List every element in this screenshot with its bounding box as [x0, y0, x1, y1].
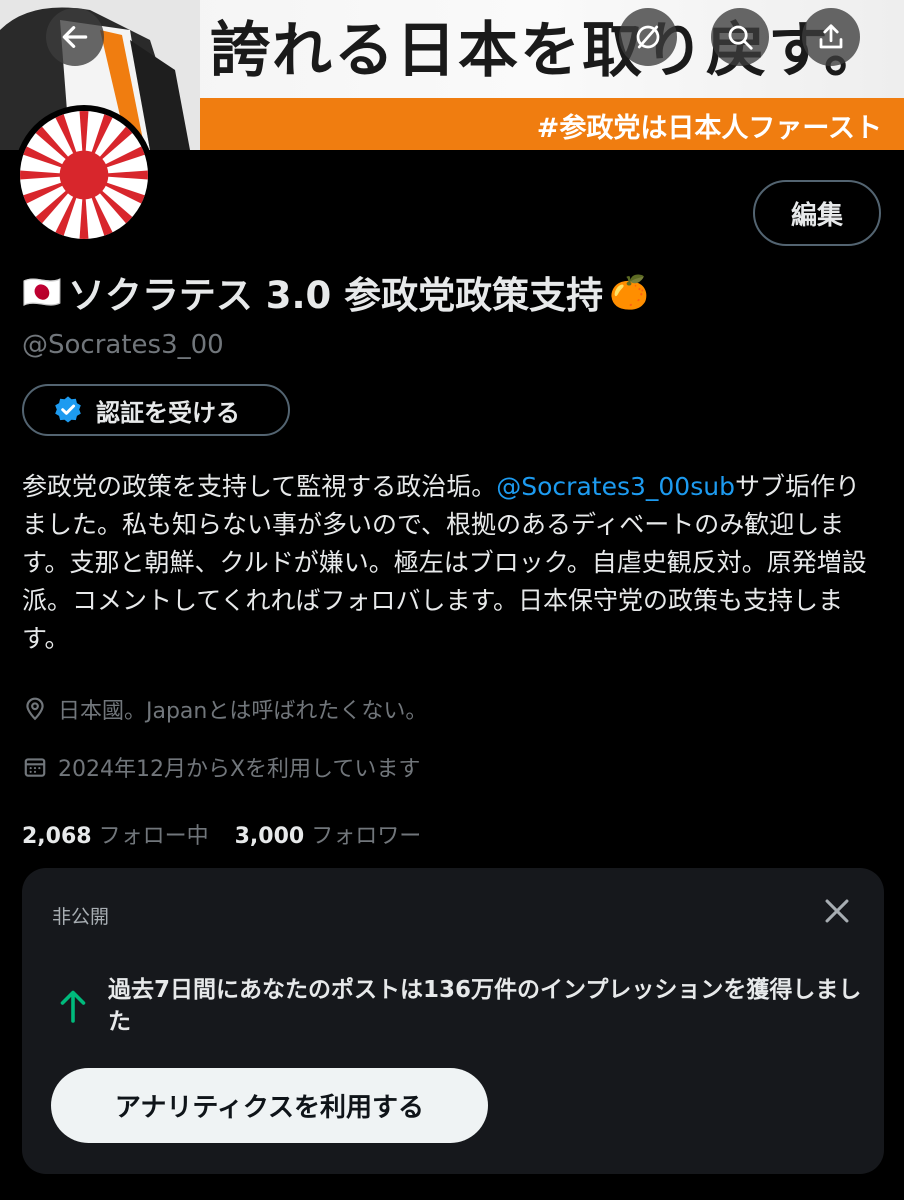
profile-bio: 参政党の政策を支持して監視する政治垢。@Socrates3_00subサブ垢作り…: [22, 468, 882, 658]
arrow-left-icon: [62, 26, 88, 48]
display-name-row: 🇯🇵 ソクラテス 3.0 参政党政策支持 🍊: [22, 265, 649, 319]
followers-count: 3,000: [234, 824, 305, 849]
private-tag: 非公開: [52, 906, 110, 928]
followers-link[interactable]: 3,000 フォロワー: [235, 824, 422, 849]
share-icon: [819, 24, 843, 49]
arrow-up-icon: [60, 990, 86, 1023]
following-label: フォロー中: [98, 824, 209, 849]
user-handle: @Socrates3_00: [22, 330, 224, 360]
rising-sun-flag-avatar: [20, 111, 148, 239]
joined-row: 2024年12月からXを利用しています: [22, 751, 420, 783]
search-button[interactable]: [711, 8, 769, 66]
banner-title: 誇れる日本を取り戻す。: [210, 16, 886, 86]
back-button[interactable]: [46, 8, 104, 66]
grok-button[interactable]: [619, 8, 677, 66]
search-icon: [728, 25, 753, 50]
calendar-icon: [24, 758, 46, 777]
follow-stats: 2,068 フォロー中 3,000 フォロワー: [22, 818, 421, 850]
share-button[interactable]: [802, 8, 860, 66]
get-verified-label: 認証を受ける: [96, 398, 240, 427]
grok-icon: [636, 25, 660, 49]
impressions-card: 非公開 過去7日間にあなたのポストは136万件のインプレッションを獲得しました …: [22, 868, 884, 1174]
joined-text: 2024年12月からXを利用しています: [58, 757, 421, 782]
edit-profile-button[interactable]: 編集: [753, 180, 881, 246]
impressions-message: 過去7日間にあなたのポストは136万件のインプレッションを獲得しました: [108, 977, 862, 1035]
followers-label: フォロワー: [311, 824, 422, 849]
following-count: 2,068: [22, 824, 92, 849]
banner-hashtag: #参政党は日本人ファースト: [536, 113, 882, 144]
avatar[interactable]: [14, 105, 154, 245]
location-pin-icon: [26, 697, 44, 721]
analytics-button[interactable]: アナリティクスを利用する: [51, 1068, 488, 1143]
following-link[interactable]: 2,068 フォロー中: [22, 824, 209, 849]
verified-badge-icon: [55, 396, 81, 423]
japan-flag-emoji: 🇯🇵: [22, 273, 62, 311]
bio-mention-link[interactable]: @Socrates3_00sub: [496, 472, 735, 501]
orange-emoji: 🍊: [609, 273, 649, 311]
close-icon[interactable]: [820, 894, 854, 928]
get-verified-button[interactable]: 認証を受ける: [22, 384, 290, 436]
display-name: ソクラテス 3.0 参政党政策支持: [67, 274, 604, 317]
location-row: 日本國。Japanとは呼ばれたくない。: [22, 693, 427, 725]
bio-text-1: 参政党の政策を支持して監視する政治垢。: [22, 472, 497, 501]
location-text: 日本國。Japanとは呼ばれたくない。: [58, 699, 428, 724]
